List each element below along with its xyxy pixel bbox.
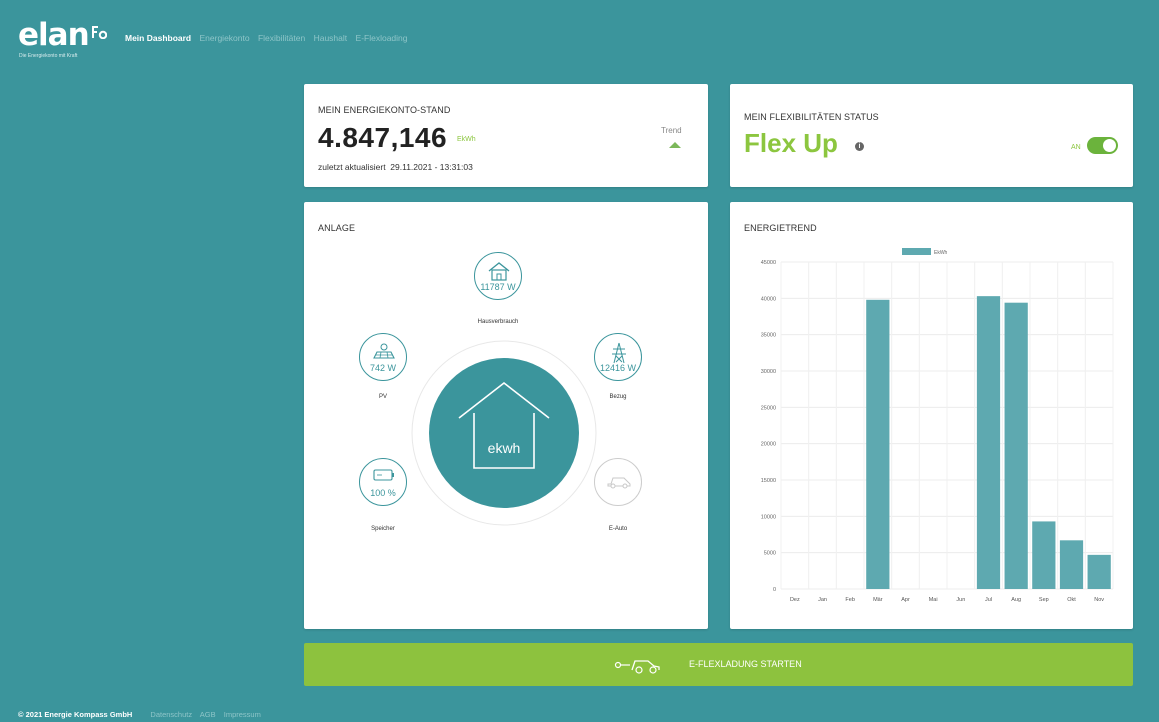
toggle-label: AN	[1071, 144, 1081, 151]
ekwh-hub: ekwh	[429, 358, 579, 508]
nav-item-flexibilitaeten[interactable]: Flexibilitäten	[258, 33, 305, 43]
footer-copyright: © 2021 Energie Kompass GmbH	[18, 710, 133, 719]
main-nav: Mein Dashboard Energiekonto Flexibilität…	[125, 33, 414, 43]
bar-mär	[866, 299, 890, 589]
battery-icon	[373, 469, 394, 481]
pv-value: 742 W	[369, 363, 396, 373]
logo[interactable]: elan Die Energiekonto mit Kraft	[18, 17, 107, 59]
y-tick-label: 0	[773, 587, 776, 593]
start-e-flexladung-button[interactable]: E-FLEXLADUNG STARTEN	[304, 643, 1133, 686]
info-icon[interactable]: i	[855, 142, 864, 151]
node-bezug[interactable]: 12416 W	[594, 333, 642, 381]
y-tick-label: 30000	[761, 369, 776, 375]
energy-balance-unit: EkWh	[457, 136, 476, 143]
last-updated: zuletzt aktualisiert 29.11.2021 - 13:31:…	[318, 162, 473, 172]
nav-item-haushalt[interactable]: Haushalt	[314, 33, 348, 43]
bar-okt	[1059, 540, 1084, 589]
pv-caption: PV	[378, 394, 387, 400]
bar-jul	[976, 296, 1001, 589]
footer: © 2021 Energie Kompass GmbH Datenschutz …	[18, 710, 267, 719]
hausverbrauch-caption: Hausverbrauch	[477, 319, 519, 325]
bar-sep	[1032, 521, 1056, 589]
x-tick-label: Okt	[1067, 597, 1076, 603]
footer-link-agb[interactable]: AGB	[200, 710, 216, 719]
energy-card-title: MEIN ENERGIEKONTO-STAND	[318, 105, 451, 115]
x-tick-label: Sep	[1039, 597, 1049, 603]
y-tick-label: 45000	[761, 260, 776, 266]
bar-aug	[1004, 302, 1028, 589]
node-pv[interactable]: 742 W	[359, 333, 407, 381]
energietrend-chart: 0 5000 10000 15000 20000 25000 30000 35000 40000…	[761, 248, 1114, 603]
bar-nov	[1087, 554, 1111, 589]
e-auto-caption: E-Auto	[608, 526, 628, 532]
y-tick-label: 5000	[764, 551, 776, 557]
x-tick-label: Mär	[873, 597, 883, 603]
x-tick-label: Feb	[845, 597, 854, 603]
power-tower-icon	[612, 342, 626, 364]
logo-tagline: Die Energiekonto mit Kraft	[19, 53, 78, 59]
footer-link-datenschutz[interactable]: Datenschutz	[150, 710, 192, 719]
legend-swatch	[902, 248, 931, 255]
legend-label: EkWh	[934, 250, 948, 256]
bezug-caption: Bezug	[609, 394, 627, 400]
x-tick-label: Aug	[1011, 597, 1021, 603]
energy-account-card: MEIN ENERGIEKONTO-STAND 4.847,146 EkWh z…	[304, 84, 708, 187]
cta-label: E-FLEXLADUNG STARTEN	[689, 659, 802, 669]
x-tick-label: Apr	[901, 597, 910, 603]
flex-status-card: MEIN FLEXIBILITÄTEN STATUS Flex Up i AN	[730, 84, 1133, 187]
y-tick-label: 10000	[761, 514, 776, 520]
energy-balance-value: 4.847,146	[318, 122, 448, 153]
y-tick-label: 35000	[761, 333, 776, 339]
trend-up-icon	[669, 142, 681, 148]
house-icon	[488, 262, 510, 281]
logo-mark-icon	[91, 26, 107, 42]
energietrend-card: ENERGIETREND 0 5000 10000 15000 20000 25000 30…	[730, 202, 1133, 629]
y-tick-label: 15000	[761, 478, 776, 484]
flex-status-value: Flex Up	[744, 128, 838, 158]
speicher-value: 100 %	[370, 488, 396, 498]
node-hausverbrauch[interactable]: 11787 W	[474, 252, 522, 300]
x-tick-label: Jan	[818, 597, 827, 603]
flex-card-title: MEIN FLEXIBILITÄTEN STATUS	[744, 112, 879, 122]
nav-item-energiekonto[interactable]: Energiekonto	[200, 33, 250, 43]
footer-link-impressum[interactable]: Impressum	[224, 710, 261, 719]
car-icon	[607, 477, 631, 489]
nav-item-dashboard[interactable]: Mein Dashboard	[125, 33, 191, 43]
ev-charging-car-icon	[614, 660, 660, 674]
speicher-caption: Speicher	[371, 526, 395, 532]
node-speicher[interactable]: 100 %	[359, 458, 407, 506]
x-tick-label: Jul	[985, 597, 992, 603]
solar-panel-icon	[373, 343, 395, 359]
x-tick-label: Dez	[790, 597, 800, 603]
trend-label: Trend	[661, 126, 682, 135]
x-tick-label: Mai	[929, 597, 938, 603]
logo-wordmark: elan	[18, 17, 90, 53]
x-tick-label: Nov	[1094, 597, 1104, 603]
last-updated-label: zuletzt aktualisiert	[318, 162, 386, 172]
flex-toggle[interactable]	[1087, 137, 1118, 154]
nav-item-e-flexloading[interactable]: E-Flexloading	[356, 33, 408, 43]
anlage-card: ANLAGE 11787 W Hausverbrauch 742 W PV 12…	[304, 202, 708, 629]
bezug-value: 12416 W	[599, 363, 637, 373]
y-tick-label: 40000	[761, 296, 776, 302]
toggle-knob	[1103, 139, 1116, 152]
hausverbrauch-value: 11787 W	[480, 282, 516, 292]
last-updated-value: 29.11.2021 - 13:31:03	[390, 162, 473, 172]
hub-house-icon	[458, 381, 550, 469]
node-e-auto[interactable]	[594, 458, 642, 506]
hub-label: ekwh	[487, 440, 521, 456]
x-tick-label: Jun	[956, 597, 965, 603]
y-tick-label: 25000	[761, 405, 776, 411]
y-tick-label: 20000	[761, 442, 776, 448]
